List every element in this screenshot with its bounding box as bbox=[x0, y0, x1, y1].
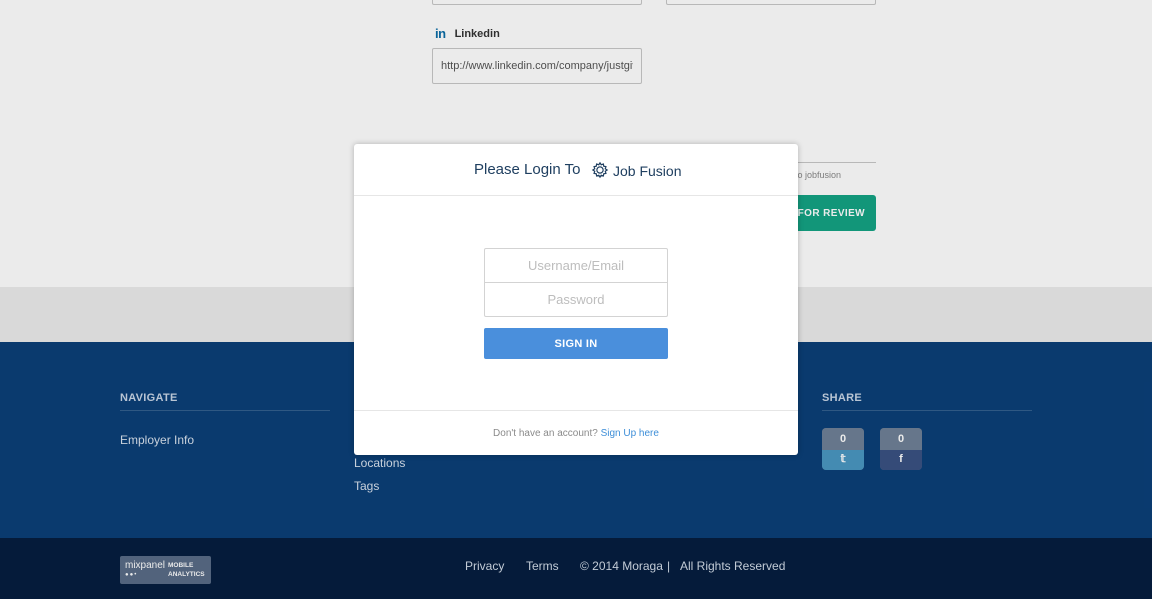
password-input[interactable] bbox=[484, 283, 668, 317]
modal-header: Please Login To Job Fusion bbox=[354, 144, 798, 196]
login-modal: Please Login To Job Fusion SIGN IN Don't… bbox=[354, 144, 798, 455]
sign-up-link[interactable]: Sign Up here bbox=[601, 428, 659, 439]
signup-prompt-line: Don't have an account? Sign Up here bbox=[354, 428, 798, 439]
gear-logo-icon bbox=[591, 161, 609, 179]
username-email-input[interactable] bbox=[484, 248, 668, 283]
sign-in-button[interactable]: SIGN IN bbox=[484, 328, 668, 359]
modal-footer-divider bbox=[354, 410, 798, 411]
brand-name: Job Fusion bbox=[613, 163, 682, 179]
modal-title: Please Login To bbox=[474, 161, 581, 178]
page: in Linkedin / to jobfusion T FOR REVIEW … bbox=[0, 0, 1152, 599]
signup-prompt-text: Don't have an account? bbox=[493, 428, 598, 439]
